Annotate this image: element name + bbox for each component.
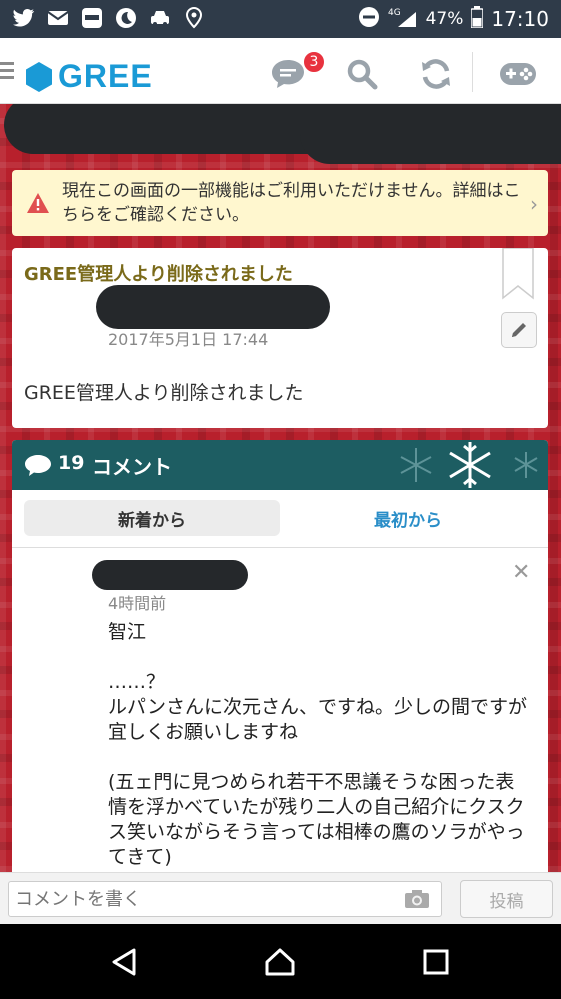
redacted-author [96,285,330,329]
logo-text: GREE [58,58,153,94]
comments-header: 19 コメント [12,440,548,490]
gree-logo[interactable]: GREE [24,58,153,95]
gamepad-icon [500,63,536,85]
header-divider [472,52,473,92]
comment-body: 智江 ……？ ルパンさんに次元さん、ですね。少しの間ですが宜しくお願いしますね … [108,620,528,872]
notice-text: 現在この画面の一部機能はご利用いただけません。詳細はこちらをご確認ください。 [62,181,521,225]
redacted-block [300,104,561,164]
menu-icon[interactable] [0,62,14,80]
chat-bubble-icon [272,60,304,88]
post-button[interactable]: 投稿 [460,880,553,918]
mail-icon [46,6,70,30]
android-nav-bar [0,924,561,999]
messages-badge: 3 [302,50,326,74]
do-not-disturb-icon [358,6,380,33]
tab-oldest[interactable]: 最初から [280,500,536,536]
bookmark-icon[interactable] [502,248,534,300]
battery-percent: 47% [425,9,464,29]
twitter-icon [12,6,36,30]
warning-icon [27,193,49,213]
status-bar: 4G 47% 17:10 [0,0,561,38]
comment-paragraph: (五ェ門に見つめられ若干不思議そうな困った表情を浮かべていたが残り二人の自己紹介… [108,771,525,868]
refresh-button[interactable] [416,54,456,94]
search-icon [347,59,378,90]
comment-paragraph: ……？ ルパンさんに次元さん、ですね。少しの間ですが宜しくお願いしますね [108,671,527,743]
home-icon[interactable] [264,946,296,978]
comment-paragraph: 智江 [108,621,147,643]
battery-icon [470,5,485,33]
notice-banner[interactable]: 現在この画面の一部機能はご利用いただけません。詳細はこちらをご確認ください。 › [12,170,548,236]
comments-panel: 19 コメント 新着から 最初から ✕ 4時間前 智江 ……？ ルパンさんに次元… [12,440,548,872]
refresh-icon [422,59,450,89]
app-icon [80,6,104,30]
content-area: 現在この画面の一部機能はご利用いただけません。詳細はこちらをご確認ください。 ›… [0,104,561,872]
location-icon [182,6,206,30]
close-icon[interactable]: ✕ [512,560,530,585]
edit-button[interactable] [501,312,537,348]
recents-icon[interactable] [420,946,452,978]
comment-sort-tabs: 新着から 最初から [12,490,548,548]
post-card: GREE管理人より削除されました 2017年5月1日 17:44 GREE管理人… [12,248,548,428]
tab-newest[interactable]: 新着から [24,500,280,536]
post-body: GREE管理人より削除されました [24,382,304,404]
app-header: GREE 3 [0,38,561,104]
games-button[interactable] [496,54,540,94]
signal-icon: 4G [388,6,418,33]
post-date: 2017年5月1日 17:44 [108,330,269,349]
snowflake-decoration-icon [400,442,538,488]
clock: 17:10 [491,7,549,31]
back-icon[interactable] [108,946,140,978]
camera-icon[interactable] [404,889,430,909]
comments-title: コメント [92,455,172,479]
car-icon [148,6,172,30]
comment-time: 4時間前 [108,594,167,613]
comment-count: 19 [58,452,85,474]
chevron-right-icon: › [530,192,538,216]
pencil-icon [512,323,526,337]
search-button[interactable] [342,54,382,94]
hexagon-logo-icon [26,61,52,92]
comment-input-bar: 投稿 [0,872,561,924]
comment-input[interactable] [8,881,442,917]
comment-bubble-icon [25,455,51,476]
post-title: GREE管理人より削除されました [24,264,293,285]
svg-text:4G: 4G [388,8,401,18]
redacted-commenter [92,560,248,590]
moon-app-icon [114,6,138,30]
